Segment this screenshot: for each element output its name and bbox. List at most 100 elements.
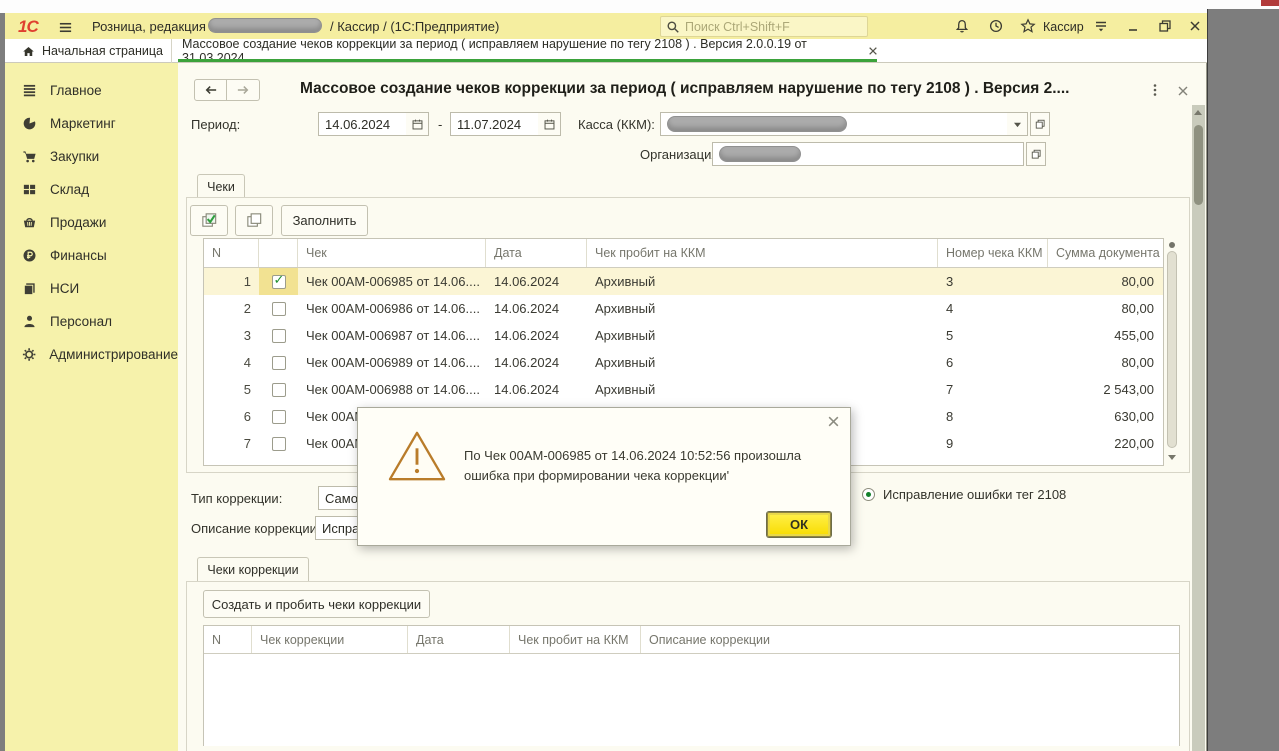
main-menu-icon[interactable] [56, 18, 74, 36]
check-all-button[interactable] [190, 205, 228, 236]
checkbox[interactable] [272, 410, 286, 424]
fill-button[interactable]: Заполнить [281, 205, 368, 236]
person-icon [22, 314, 37, 329]
checkbox[interactable] [272, 437, 286, 451]
period-from-input[interactable]: 14.06.2024 [318, 112, 407, 136]
sidebar-item-finansy[interactable]: Финансы [5, 239, 178, 272]
checkbox[interactable] [272, 383, 286, 397]
sidebar-item-nsi[interactable]: НСИ [5, 272, 178, 305]
col-printed[interactable]: Чек пробит на ККМ [510, 626, 641, 653]
tab-checks[interactable]: Чеки [197, 174, 245, 198]
row-checkbox-cell[interactable] [259, 268, 298, 295]
row-check-name: Чек 00АМ-006986 от 14.06.... [298, 295, 486, 322]
table-row[interactable]: 3 Чек 00АМ-006987 от 14.06.... 14.06.202… [204, 322, 1163, 349]
calendar-icon[interactable] [406, 112, 429, 136]
sidebar-item-marketing[interactable]: Маркетинг [5, 107, 178, 140]
checkbox[interactable] [272, 302, 286, 316]
col-date[interactable]: Дата [486, 239, 587, 267]
col-check[interactable]: Чек [298, 239, 486, 267]
history-icon[interactable] [987, 17, 1005, 35]
col-correction-check[interactable]: Чек коррекции [252, 626, 408, 653]
row-check-name: Чек 00АМ-006985 от 14.06.... [298, 268, 486, 295]
scroll-up-icon[interactable] [1194, 110, 1202, 115]
checkbox[interactable] [272, 329, 286, 343]
gear-icon [22, 347, 36, 362]
row-date: 14.06.2024 [486, 295, 587, 322]
col-sum[interactable]: Сумма документа [1048, 239, 1162, 267]
tab-close-icon[interactable] [868, 46, 878, 56]
period-label: Период: [191, 117, 240, 132]
org-label: Организация: [640, 147, 722, 162]
table-row[interactable]: 1 Чек 00АМ-006985 от 14.06.... 14.06.202… [204, 268, 1163, 295]
scrollbar-thumb[interactable] [1167, 251, 1177, 448]
table-scrollbar[interactable] [1166, 240, 1178, 464]
dialog-close-icon[interactable] [827, 415, 840, 428]
period-to-input[interactable]: 11.07.2024 [450, 112, 539, 136]
tab-home[interactable]: Начальная страница [5, 39, 172, 63]
sidebar-item-sklad[interactable]: Склад [5, 173, 178, 206]
kkm-field[interactable] [660, 112, 1008, 136]
kkm-label: Касса (ККМ): [578, 117, 655, 132]
tab-correction-checks[interactable]: Чеки коррекции [197, 557, 309, 582]
create-and-print-button[interactable]: Создать и пробить чеки коррекции [203, 590, 430, 618]
row-checkbox-cell[interactable] [259, 349, 298, 376]
checkbox[interactable] [272, 356, 286, 370]
calendar-icon[interactable] [538, 112, 561, 136]
table-row[interactable]: 4 Чек 00АМ-006989 от 14.06.... 14.06.202… [204, 349, 1163, 376]
app-title-suffix: / Кассир / (1С:Предприятие) [330, 19, 499, 34]
row-number: 2 [204, 295, 259, 322]
form-scrollbar-thumb[interactable] [1194, 125, 1203, 205]
sidebar-item-glavnoe[interactable]: Главное [5, 74, 178, 107]
uncheck-all-button[interactable] [235, 205, 273, 236]
row-printed-status: Архивный [587, 322, 938, 349]
minimize-button[interactable] [1124, 17, 1142, 35]
org-field[interactable] [712, 142, 1024, 166]
col-printed[interactable]: Чек пробит на ККМ [587, 239, 938, 267]
ok-button[interactable]: ОК [767, 512, 831, 537]
col-date[interactable]: Дата [408, 626, 510, 653]
sidebar-item-administrirovanie[interactable]: Администрирование [5, 338, 178, 371]
close-window-button[interactable] [1186, 17, 1204, 35]
row-checkbox-cell[interactable] [259, 295, 298, 322]
nav-buttons [194, 79, 260, 101]
forward-button[interactable] [227, 79, 260, 101]
desktop-background [1207, 9, 1279, 751]
row-checkbox-cell[interactable] [259, 430, 298, 457]
row-checkbox-cell[interactable] [259, 376, 298, 403]
col-checkbox[interactable] [259, 239, 298, 267]
sidebar-item-label: Администрирование [49, 347, 178, 362]
sidebar-item-prodazhi[interactable]: Продажи [5, 206, 178, 239]
back-button[interactable] [194, 79, 227, 101]
row-kkm-number: 7 [938, 376, 1048, 403]
screen: 1С Розница, редакция 2.3 / Кассир / (1С:… [0, 0, 1279, 751]
radio-icon[interactable] [862, 488, 875, 501]
col-n[interactable]: N [204, 626, 252, 653]
kkm-dropdown-button[interactable] [1007, 112, 1028, 136]
user-label[interactable]: Кассир [1043, 20, 1084, 34]
kkm-open-button[interactable] [1030, 112, 1050, 136]
radio-fix-2108[interactable]: Исправление ошибки тег 2108 [862, 487, 1066, 502]
form-scrollbar[interactable] [1192, 105, 1205, 751]
row-checkbox-cell[interactable] [259, 403, 298, 430]
sidebar-item-zakupki[interactable]: Закупки [5, 140, 178, 173]
form-close-icon[interactable] [1174, 82, 1192, 100]
service-menu-icon[interactable] [1092, 17, 1110, 35]
col-number[interactable]: Номер чека ККМ [938, 239, 1048, 267]
table-row[interactable]: 2 Чек 00АМ-006986 от 14.06.... 14.06.202… [204, 295, 1163, 322]
sidebar-item-personal[interactable]: Персонал [5, 305, 178, 338]
global-search-input[interactable]: Поиск Ctrl+Shift+F [660, 16, 868, 37]
search-placeholder: Поиск Ctrl+Shift+F [685, 20, 790, 34]
row-checkbox-cell[interactable] [259, 322, 298, 349]
notifications-bell-icon[interactable] [953, 17, 971, 35]
checkbox[interactable] [272, 275, 286, 289]
more-actions-icon[interactable] [1146, 81, 1164, 99]
search-icon [666, 20, 680, 34]
scroll-up-dot[interactable] [1169, 242, 1175, 248]
col-description[interactable]: Описание коррекции [641, 626, 1179, 653]
org-open-button[interactable] [1026, 142, 1046, 166]
table-row[interactable]: 5 Чек 00АМ-006988 от 14.06.... 14.06.202… [204, 376, 1163, 403]
col-n[interactable]: N [204, 239, 259, 267]
favorites-star-icon[interactable] [1019, 17, 1037, 35]
scroll-down-icon[interactable] [1168, 455, 1176, 460]
restore-window-button[interactable] [1156, 17, 1174, 35]
